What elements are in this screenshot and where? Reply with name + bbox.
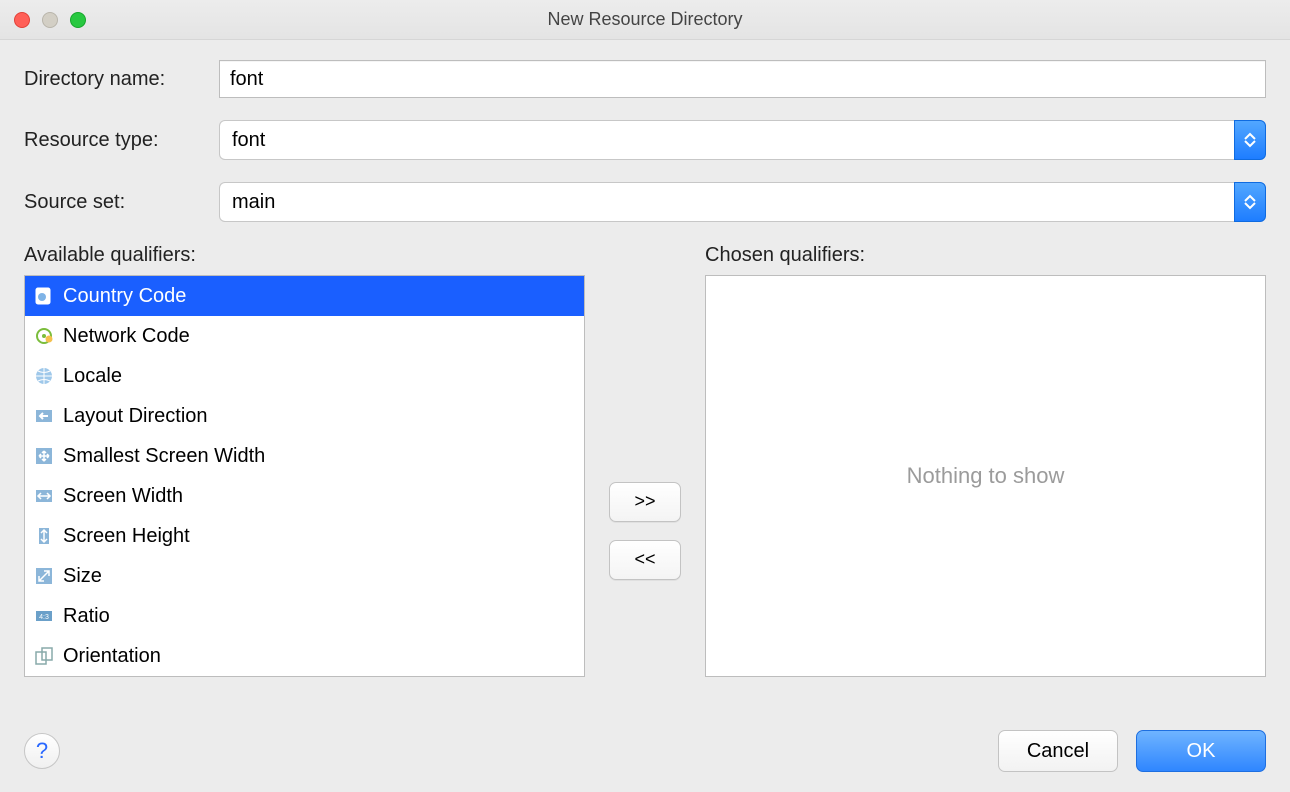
screen-width-icon	[33, 485, 55, 507]
chevron-down-icon	[1244, 140, 1256, 148]
resource-type-label: Resource type:	[24, 129, 219, 152]
qualifier-label: Screen Width	[63, 485, 183, 508]
layout-direction-icon	[33, 405, 55, 427]
source-set-value: main	[219, 182, 1234, 222]
source-set-label: Source set:	[24, 191, 219, 214]
resource-type-row: Resource type: font	[24, 120, 1266, 160]
available-qualifier-item[interactable]: 4:3 Ratio	[25, 596, 584, 636]
available-qualifiers-label: Available qualifiers:	[24, 244, 585, 267]
source-set-select[interactable]: main	[219, 182, 1266, 222]
zoom-window-button[interactable]	[70, 12, 86, 28]
qualifier-label: Smallest Screen Width	[63, 445, 265, 468]
available-qualifier-item[interactable]: Country Code	[25, 276, 584, 316]
cancel-button[interactable]: Cancel	[998, 730, 1118, 772]
chosen-empty-text: Nothing to show	[907, 463, 1065, 489]
qualifier-label: Size	[63, 565, 102, 588]
qualifier-label: Network Code	[63, 325, 190, 348]
resource-type-stepper[interactable]	[1234, 120, 1266, 160]
remove-qualifier-button[interactable]: <<	[609, 540, 681, 580]
qualifier-label: Layout Direction	[63, 405, 208, 428]
chosen-qualifiers-label: Chosen qualifiers:	[705, 244, 1266, 267]
qualifier-label: Ratio	[63, 605, 110, 628]
country-code-icon	[33, 285, 55, 307]
qualifier-label: Country Code	[63, 285, 186, 308]
window-title: New Resource Directory	[547, 9, 742, 30]
available-qualifiers-column: Available qualifiers: Country Code Networ…	[24, 244, 585, 677]
qualifiers-area: Available qualifiers: Country Code Networ…	[24, 244, 1266, 677]
close-window-button[interactable]	[14, 12, 30, 28]
directory-name-input[interactable]	[219, 60, 1266, 98]
available-qualifier-item[interactable]: Smallest Screen Width	[25, 436, 584, 476]
screen-height-icon	[33, 525, 55, 547]
chosen-qualifiers-column: Chosen qualifiers: Nothing to show	[705, 244, 1266, 677]
ratio-icon: 4:3	[33, 605, 55, 627]
help-button[interactable]: ?	[24, 733, 60, 769]
available-qualifier-item[interactable]: Network Code	[25, 316, 584, 356]
available-qualifiers-list[interactable]: Country Code Network Code Locale Layout Dir…	[24, 275, 585, 677]
available-qualifier-item[interactable]: Orientation	[25, 636, 584, 676]
qualifier-move-buttons: >> <<	[609, 244, 681, 677]
network-code-icon	[33, 325, 55, 347]
directory-name-label: Directory name:	[24, 68, 219, 91]
chevron-down-icon	[1244, 202, 1256, 210]
titlebar: New Resource Directory	[0, 0, 1290, 40]
available-qualifier-item[interactable]: Size	[25, 556, 584, 596]
svg-text:4:3: 4:3	[39, 614, 49, 621]
chevron-up-icon	[1244, 194, 1256, 202]
qualifier-label: Locale	[63, 365, 122, 388]
resource-type-select[interactable]: font	[219, 120, 1266, 160]
add-qualifier-button[interactable]: >>	[609, 482, 681, 522]
chevron-up-icon	[1244, 132, 1256, 140]
ok-button[interactable]: OK	[1136, 730, 1266, 772]
available-qualifier-item[interactable]: Screen Height	[25, 516, 584, 556]
available-qualifier-item[interactable]: Locale	[25, 356, 584, 396]
dialog-content: Directory name: Resource type: font Sour…	[0, 40, 1290, 677]
directory-name-row: Directory name:	[24, 60, 1266, 98]
dialog-footer: ? Cancel OK	[24, 730, 1266, 772]
available-qualifier-item[interactable]: Layout Direction	[25, 396, 584, 436]
resource-type-value: font	[219, 120, 1234, 160]
window-controls	[14, 12, 86, 28]
qualifier-label: Orientation	[63, 645, 161, 668]
orientation-icon	[33, 645, 55, 667]
smallest-width-icon	[33, 445, 55, 467]
chosen-qualifiers-list[interactable]: Nothing to show	[705, 275, 1266, 677]
locale-icon	[33, 365, 55, 387]
source-set-stepper[interactable]	[1234, 182, 1266, 222]
available-qualifier-item[interactable]: Screen Width	[25, 476, 584, 516]
qualifier-label: Screen Height	[63, 525, 190, 548]
size-icon	[33, 565, 55, 587]
source-set-row: Source set: main	[24, 182, 1266, 222]
minimize-window-button[interactable]	[42, 12, 58, 28]
